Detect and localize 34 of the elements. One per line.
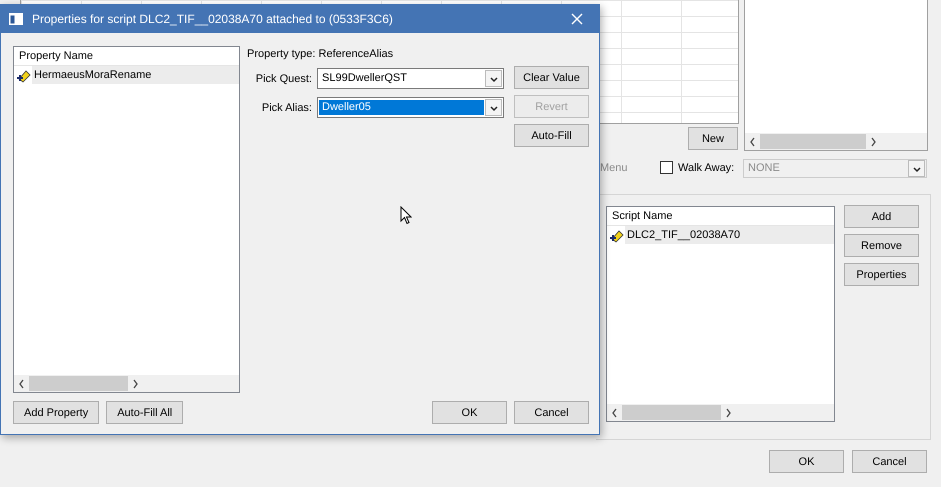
close-icon [571, 13, 583, 25]
scrollbar-thumb[interactable] [760, 134, 866, 149]
menu-label: Menu [600, 162, 628, 174]
scrollbar-thumb[interactable] [29, 376, 128, 391]
script-button[interactable]: Remove [844, 234, 919, 257]
mouse-cursor-icon [400, 206, 412, 225]
list-item[interactable]: DLC2_TIF__02038A70 [625, 226, 834, 244]
side-button[interactable]: Auto-Fill [514, 124, 589, 147]
dropdown-field[interactable]: SL99DwellerQST [317, 68, 504, 89]
horizontal-scrollbar[interactable] [14, 375, 239, 392]
script-list[interactable]: Script Name DLC2_TIF__02038A70 [606, 206, 835, 422]
walk-away-checkbox[interactable] [660, 161, 673, 174]
property-action-button[interactable]: Auto-Fill All [106, 401, 184, 424]
horizontal-scrollbar[interactable] [745, 133, 927, 150]
window-title: Properties for script DLC2_TIF__02038A70 attached to (0533F3C6) [32, 12, 394, 26]
window-icon [9, 13, 23, 25]
cancel-button[interactable]: Cancel [852, 450, 927, 473]
property-list[interactable]: Property Name HermaeusMoraRename [13, 46, 240, 393]
scrollbar-thumb[interactable] [622, 405, 722, 420]
new-button[interactable]: New [688, 127, 738, 150]
ok-button[interactable]: OK [769, 450, 844, 473]
horizontal-scrollbar[interactable] [607, 404, 834, 421]
field-label: Pick Alias: [260, 102, 312, 114]
field-label: Pick Quest: [254, 72, 312, 84]
list-item[interactable]: HermaeusMoraRename [32, 66, 239, 84]
property-type-label: Property type: ReferenceAlias [247, 48, 394, 62]
script-button[interactable]: Properties [844, 263, 919, 286]
ok-button[interactable]: OK [432, 401, 507, 424]
cancel-button[interactable]: Cancel [514, 401, 589, 424]
property-action-button[interactable]: Add Property [13, 401, 100, 424]
side-button[interactable]: Clear Value [514, 66, 589, 89]
script-button[interactable]: Add [844, 205, 919, 228]
dropdown-field[interactable]: Dweller05 [317, 97, 504, 118]
walk-away-label: Walk Away: [678, 162, 734, 174]
